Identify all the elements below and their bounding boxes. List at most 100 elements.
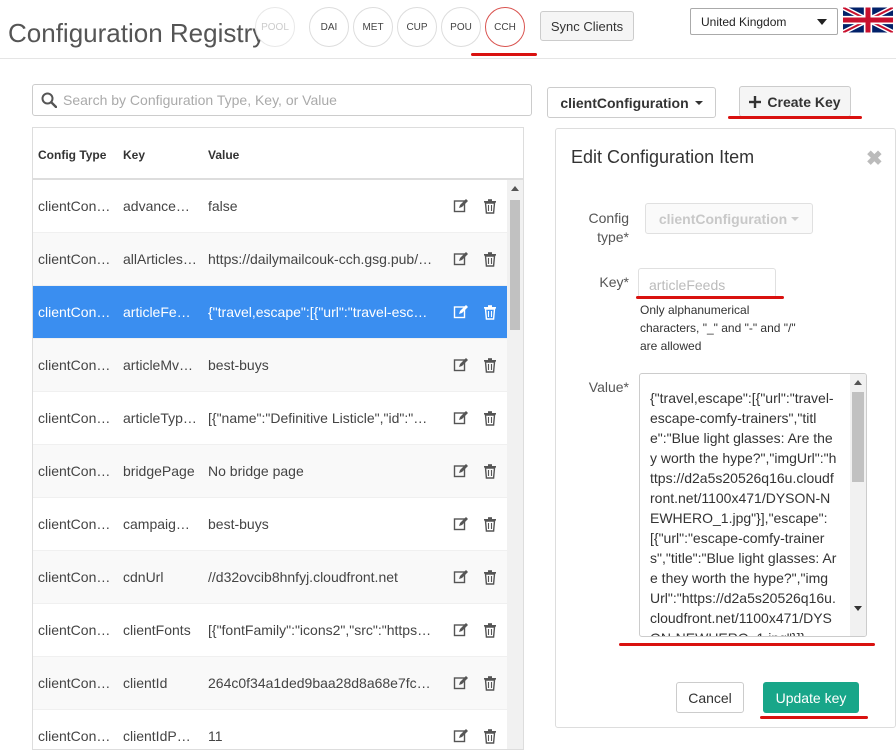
- table-scrollbar[interactable]: [507, 180, 523, 749]
- cell-config-type: clientCon…: [38, 304, 111, 320]
- header-divider: [0, 58, 896, 59]
- scroll-up-icon[interactable]: [511, 186, 519, 191]
- env-button-met[interactable]: MET: [353, 7, 393, 47]
- country-select[interactable]: United Kingdom: [690, 8, 838, 35]
- scrollbar-thumb[interactable]: [510, 200, 520, 330]
- cell-config-type: clientCon…: [38, 198, 111, 214]
- edit-icon[interactable]: [453, 251, 469, 267]
- panel-title: Edit Configuration Item: [571, 147, 755, 167]
- edit-icon[interactable]: [453, 357, 469, 373]
- key-field[interactable]: articleFeeds: [638, 268, 776, 298]
- edit-icon[interactable]: [453, 569, 469, 585]
- column-header-config-type[interactable]: Config Type: [38, 148, 106, 162]
- table-row[interactable]: clientCon… articleTyp… [{"name":"Definitiv…: [33, 392, 507, 445]
- trash-icon[interactable]: [482, 198, 498, 214]
- table-row[interactable]: clientCon… clientFonts [{"fontFamily":"ico…: [33, 604, 507, 657]
- trash-icon[interactable]: [482, 357, 498, 373]
- cell-key: clientFonts: [123, 622, 191, 638]
- env-button-cup[interactable]: CUP: [397, 7, 437, 47]
- config-type-dropdown[interactable]: clientConfiguration: [547, 87, 716, 118]
- edit-icon[interactable]: [453, 516, 469, 532]
- scrollbar-thumb[interactable]: [852, 392, 864, 482]
- env-button-dai[interactable]: DAI: [309, 7, 349, 47]
- edit-icon[interactable]: [453, 675, 469, 691]
- cell-value: https://dailymailcouk-cch.gsg.pub/…: [208, 251, 433, 267]
- edit-icon[interactable]: [453, 304, 469, 320]
- table-row[interactable]: clientCon… allArticles… https://dailymailc…: [33, 233, 507, 286]
- edit-icon[interactable]: [453, 622, 469, 638]
- trash-icon[interactable]: [482, 675, 498, 691]
- create-key-label: Create Key: [767, 93, 841, 110]
- scroll-up-icon[interactable]: [854, 380, 862, 385]
- search-input[interactable]: [63, 85, 523, 115]
- trash-icon[interactable]: [482, 516, 498, 532]
- trash-icon[interactable]: [482, 304, 498, 320]
- table-row[interactable]: clientCon… bridgePage No bridge page: [33, 445, 507, 498]
- chevron-down-icon: [817, 19, 827, 25]
- value-label: Value*: [588, 379, 629, 395]
- cell-config-type: clientCon…: [38, 675, 111, 691]
- cell-key: bridgePage: [123, 463, 195, 479]
- uk-flag-icon: [843, 4, 893, 36]
- cell-value: false: [208, 198, 238, 214]
- close-icon[interactable]: ✖: [866, 146, 883, 171]
- table-header: Config Type Key Value: [33, 128, 523, 180]
- caret-down-icon: [694, 100, 703, 105]
- config-type-label: Config type*: [588, 210, 629, 245]
- cell-value: [{"name":"Definitive Listicle","id":"…: [208, 410, 428, 426]
- column-header-key[interactable]: Key: [123, 148, 145, 162]
- value-scrollbar[interactable]: [850, 374, 866, 636]
- env-button-pool[interactable]: POOL: [255, 7, 295, 47]
- table-row[interactable]: clientCon… articleMv… best-buys: [33, 339, 507, 392]
- cell-key: articleFe…: [123, 304, 191, 320]
- trash-icon[interactable]: [482, 728, 498, 744]
- trash-icon[interactable]: [482, 463, 498, 479]
- search-box: [32, 84, 532, 116]
- value-text: {"travel,escape":[{"url":"travel-escape-…: [650, 390, 837, 636]
- sync-clients-button[interactable]: Sync Clients: [540, 11, 634, 41]
- scroll-down-icon[interactable]: [854, 606, 862, 611]
- table-row[interactable]: clientCon… articleFe… {"travel,escape":[{"…: [33, 286, 507, 339]
- annotation-underline: [636, 296, 784, 299]
- column-header-value[interactable]: Value: [208, 148, 239, 162]
- trash-icon[interactable]: [482, 622, 498, 638]
- edit-icon[interactable]: [453, 198, 469, 214]
- trash-icon[interactable]: [482, 251, 498, 267]
- table-row[interactable]: clientCon… cdnUrl //d32ovcib8hnfyj.cloudfr…: [33, 551, 507, 604]
- cell-config-type: clientCon…: [38, 569, 111, 585]
- cancel-button[interactable]: Cancel: [676, 682, 744, 713]
- trash-icon[interactable]: [482, 569, 498, 585]
- cell-config-type: clientCon…: [38, 251, 111, 267]
- cell-config-type: clientCon…: [38, 410, 111, 426]
- table-row[interactable]: clientCon… clientIdP… 11: [33, 710, 507, 749]
- cell-value: {"travel,escape":[{"url":"travel-esc…: [208, 304, 428, 320]
- cell-config-type: clientCon…: [38, 357, 111, 373]
- cell-value: best-buys: [208, 516, 269, 532]
- edit-icon[interactable]: [453, 728, 469, 744]
- value-textarea[interactable]: {"travel,escape":[{"url":"travel-escape-…: [639, 373, 867, 637]
- create-key-button[interactable]: Create Key: [739, 86, 851, 117]
- table-row[interactable]: clientCon… clientId 264c0f34a1ded9baa28d8a…: [33, 657, 507, 710]
- annotation-underline: [760, 716, 868, 719]
- config-type-dropdown-label: clientConfiguration: [560, 94, 689, 111]
- config-type-select: clientConfiguration: [645, 203, 813, 234]
- trash-icon[interactable]: [482, 410, 498, 426]
- env-button-pou[interactable]: POU: [441, 7, 481, 47]
- cell-value: No bridge page: [208, 463, 304, 479]
- cell-value: [{"fontFamily":"icons2","src":"https…: [208, 622, 432, 638]
- edit-configuration-panel: Edit Configuration Item ✖ Config type* c…: [555, 128, 896, 728]
- edit-icon[interactable]: [453, 410, 469, 426]
- annotation-underline: [471, 53, 537, 56]
- cell-config-type: clientCon…: [38, 622, 111, 638]
- cell-config-type: clientCon…: [38, 516, 111, 532]
- cell-value: best-buys: [208, 357, 269, 373]
- table-row[interactable]: clientCon… campaig… best-buys: [33, 498, 507, 551]
- update-key-button[interactable]: Update key: [763, 682, 859, 713]
- page-title: Configuration Registry: [8, 18, 266, 48]
- edit-icon[interactable]: [453, 463, 469, 479]
- table-row[interactable]: clientCon… advance… false: [33, 180, 507, 233]
- cell-value: //d32ovcib8hnfyj.cloudfront.net: [208, 569, 398, 585]
- env-button-cch[interactable]: CCH: [485, 7, 525, 47]
- cell-key: campaig…: [123, 516, 190, 532]
- country-select-value: United Kingdom: [701, 15, 787, 29]
